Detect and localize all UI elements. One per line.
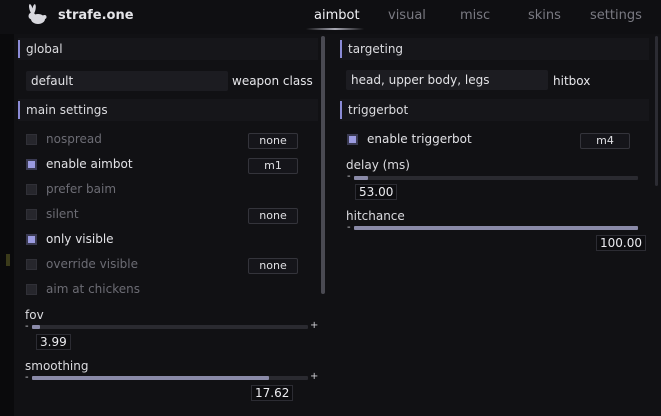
enable-aimbot-checkbox[interactable] [26, 159, 37, 170]
left-column: global default weapon class main setting… [18, 36, 318, 416]
only-visible-checkbox[interactable] [26, 234, 37, 245]
smoothing-value: 17.62 [251, 385, 294, 401]
aim-at-chickens-label: aim at chickens [46, 282, 140, 296]
hitchance-value: 100.00 [596, 235, 646, 251]
section-title: global [26, 42, 63, 56]
fov-value: 3.99 [36, 334, 71, 350]
enable-triggerbot-checkbox[interactable] [347, 134, 358, 145]
header-bar: strafe.one aimbot visual misc skins sett… [0, 0, 661, 34]
cheat-menu-window: strafe.one aimbot visual misc skins sett… [0, 0, 661, 416]
smoothing-slider[interactable] [32, 376, 308, 380]
only-visible-row: only visible [26, 232, 298, 250]
silent-label: silent [46, 207, 79, 221]
nospread-keybind[interactable]: none [248, 133, 298, 149]
nospread-row: nospread none [26, 132, 298, 150]
hitchance-label: hitchance [346, 209, 405, 223]
tab-skins[interactable]: skins [528, 8, 561, 23]
section-global: global [18, 38, 318, 60]
aim-at-chickens-checkbox[interactable] [26, 284, 37, 295]
smoothing-label: smoothing [25, 359, 89, 373]
fov-increment[interactable]: + [310, 321, 318, 331]
hitchance-slider-fill [354, 226, 638, 230]
right-column: targeting head, upper body, legs hitbox … [340, 36, 661, 416]
enable-triggerbot-keybind[interactable]: m4 [580, 133, 630, 149]
right-scrollbar[interactable] [655, 36, 658, 186]
enable-aimbot-label: enable aimbot [46, 157, 133, 171]
section-main-settings: main settings [18, 99, 318, 121]
smoothing-slider-fill [32, 376, 270, 380]
override-visible-keybind[interactable]: none [248, 258, 298, 274]
delay-slider-fill [354, 176, 369, 180]
fov-label: fov [25, 308, 44, 322]
smoothing-decrement[interactable]: - [25, 373, 29, 383]
nospread-checkbox[interactable] [26, 134, 37, 145]
override-visible-row: override visible none [26, 257, 298, 275]
tab-settings[interactable]: settings [590, 8, 642, 23]
tab-misc[interactable]: misc [460, 8, 490, 23]
fov-decrement[interactable]: - [25, 322, 29, 332]
enable-aimbot-keybind[interactable]: m1 [248, 158, 298, 174]
fov-slider-fill [32, 325, 41, 329]
silent-keybind[interactable]: none [248, 208, 298, 224]
delay-label: delay (ms) [346, 158, 410, 172]
hitchance-decrement[interactable]: - [347, 223, 351, 233]
prefer-baim-checkbox[interactable] [26, 184, 37, 195]
enable-triggerbot-label: enable triggerbot [367, 132, 472, 146]
enable-triggerbot-row: enable triggerbot [347, 132, 619, 150]
fov-slider[interactable] [32, 325, 308, 329]
weapon-class-label: weapon class [232, 74, 313, 88]
weapon-class-value: default [31, 74, 74, 88]
aim-at-chickens-row: aim at chickens [26, 282, 298, 300]
section-title: main settings [26, 103, 108, 117]
tab-aimbot[interactable]: aimbot [314, 8, 360, 23]
hitbox-dropdown[interactable]: head, upper body, legs [346, 70, 548, 90]
left-scrollbar[interactable] [321, 36, 325, 294]
enable-aimbot-row: enable aimbot m1 [26, 157, 298, 175]
tab-visual[interactable]: visual [388, 8, 426, 23]
section-title: targeting [348, 42, 404, 56]
delay-decrement[interactable]: - [347, 172, 351, 182]
tab-bar: aimbot visual misc skins settings [0, 0, 661, 34]
hitbox-value: head, upper body, legs [351, 73, 490, 87]
active-tab-indicator [306, 28, 364, 30]
delay-value: 53.00 [355, 184, 398, 200]
prefer-baim-label: prefer baim [46, 182, 117, 196]
hitbox-label: hitbox [553, 74, 591, 88]
silent-checkbox[interactable] [26, 209, 37, 220]
section-title: triggerbot [348, 103, 409, 117]
silent-row: silent none [26, 207, 298, 225]
background-edge [0, 34, 14, 416]
only-visible-label: only visible [46, 232, 114, 246]
prefer-baim-row: prefer baim [26, 182, 298, 200]
section-triggerbot: triggerbot [340, 99, 649, 121]
smoothing-increment[interactable]: + [310, 372, 318, 382]
override-visible-label: override visible [46, 257, 138, 271]
override-visible-checkbox[interactable] [26, 259, 37, 270]
nospread-label: nospread [46, 132, 102, 146]
weapon-class-dropdown[interactable]: default [26, 71, 228, 91]
hitchance-slider[interactable] [354, 226, 638, 230]
delay-slider[interactable] [354, 176, 638, 180]
section-targeting: targeting [340, 38, 649, 60]
